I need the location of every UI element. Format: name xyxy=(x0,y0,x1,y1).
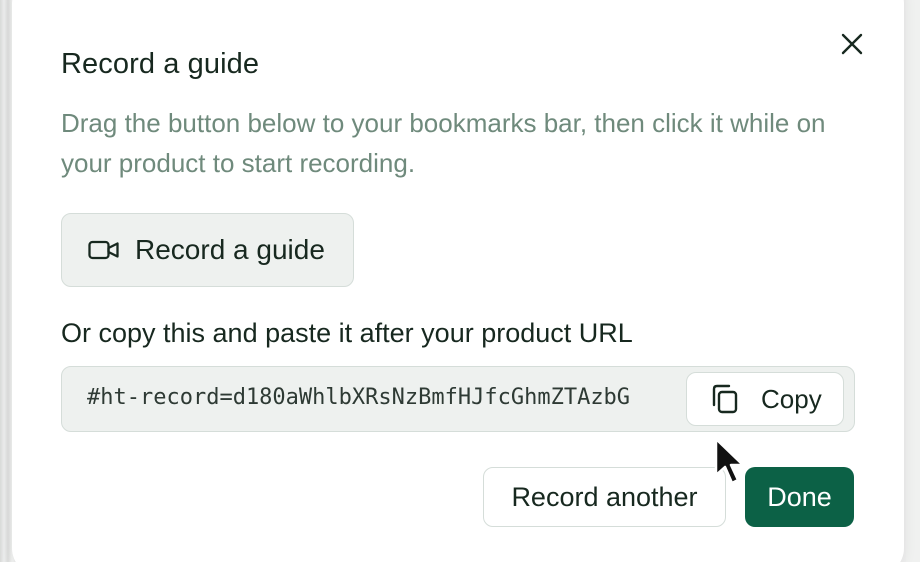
record-guide-bookmarklet-button[interactable]: Record a guide xyxy=(61,213,354,287)
dialog-description: Drag the button below to your bookmarks … xyxy=(61,108,826,178)
copy-icon xyxy=(712,384,738,414)
copy-button[interactable]: Copy xyxy=(686,372,844,426)
copy-button-label: Copy xyxy=(761,383,822,414)
record-code-text[interactable]: #ht-record=d180aWhlbXRsNzBmfHJfcGhmZTAzb… xyxy=(87,385,630,410)
dialog-title: Record a guide xyxy=(61,48,260,80)
video-camera-icon xyxy=(88,240,119,260)
record-guide-button-label: Record a guide xyxy=(135,234,325,265)
close-icon xyxy=(841,33,863,55)
close-button[interactable] xyxy=(836,28,868,60)
copy-instructions: Or copy this and paste it after your pro… xyxy=(61,318,633,348)
record-another-button[interactable]: Record another xyxy=(483,467,726,527)
done-button[interactable]: Done xyxy=(745,467,854,527)
record-code-field[interactable]: #ht-record=d180aWhlbXRsNzBmfHJfcGhmZTAzb… xyxy=(61,366,855,432)
